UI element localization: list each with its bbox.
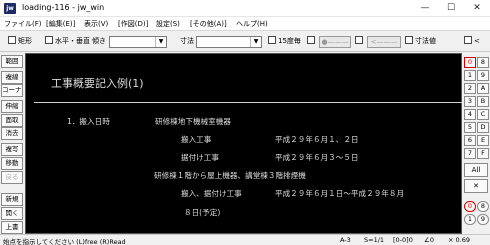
checkbox-box[interactable] — [45, 36, 53, 44]
layer-group-button[interactable]: 0 — [464, 57, 476, 68]
window-title: loading-116 - jw_win — [22, 3, 105, 12]
drawing-title: 工事概要記入例(1) — [51, 77, 144, 90]
arrow-checkbox[interactable] — [355, 36, 365, 45]
dimension-label: 寸法 — [180, 37, 194, 45]
maximize-button[interactable]: ☐ — [438, 0, 464, 17]
status-bar: 始点を指示してください (L)free (R)Read A-3 S=1/1 [0… — [0, 234, 490, 245]
menu-file[interactable]: ファイル(F) — [4, 19, 42, 29]
slope-label: 傾き — [92, 37, 106, 45]
cmd-chamfer-button[interactable]: 面取 — [1, 114, 23, 127]
checkbox-box[interactable] — [307, 36, 315, 44]
menu-bar: ファイル(F) [編集(E)] 表示(V) [作図(D)] 設定(S) [その他… — [0, 17, 490, 31]
layer-group-button[interactable]: 2 — [464, 83, 476, 94]
minimize-button[interactable]: — — [412, 0, 438, 17]
drawing-text: 平成２９年６月１日～平成２９年８月 — [275, 189, 405, 198]
slope-combo[interactable]: ▼ — [109, 36, 167, 48]
cmd-range-button[interactable]: 範囲 — [1, 55, 23, 68]
checkbox-box[interactable] — [464, 36, 472, 44]
hv-label: 水平・垂直 — [55, 37, 90, 45]
drawing-text: 平成２９年６月３～５日 — [275, 153, 359, 162]
drawing-text: 平成２９年６月１、２日 — [275, 135, 359, 144]
scale-value[interactable]: S=1/1 — [364, 236, 384, 244]
extra-label: < — [474, 37, 480, 45]
layer-group-button[interactable]: E — [477, 135, 489, 146]
menu-settings[interactable]: 設定(S) — [156, 19, 180, 29]
close-icon[interactable]: ✕ — [464, 179, 488, 193]
app-icon: jw — [4, 3, 16, 14]
extra-checkbox[interactable]: < — [464, 36, 480, 45]
layer-group-button[interactable]: B — [477, 96, 489, 107]
status-message: 始点を指示してください (L)free (R)Read — [3, 238, 126, 245]
rect-label: 矩形 — [18, 37, 32, 45]
checkbox-box[interactable] — [355, 36, 363, 44]
layer-group-button[interactable]: 4 — [464, 109, 476, 120]
menu-help[interactable]: ヘルプ(H) — [236, 19, 268, 29]
drawing-text: 搬入工事 — [181, 135, 212, 144]
layer-group-button[interactable]: 7 — [464, 148, 476, 159]
cmd-new-button[interactable]: 新規 — [1, 193, 23, 206]
title-underline — [34, 102, 462, 103]
cmd-open-button[interactable]: 開く — [1, 207, 23, 220]
cmd-extend-button[interactable]: 伸縮 — [1, 100, 23, 113]
layer-panel: 0 8 1 9 2 A 3 B 4 C 5 D 6 E 7 F All ✕ 0 … — [463, 53, 490, 234]
layer-button[interactable]: 8 — [477, 201, 489, 212]
drawing-text: 据付け工事 — [181, 153, 219, 162]
line-style-button[interactable]: ●——— — [319, 36, 351, 48]
command-panel: 範囲 複線 コーナー 伸縮 面取 消去 複写 移動 戻る 新規 開く 上書 — [0, 53, 24, 234]
cmd-undo-button[interactable]: 戻る — [1, 171, 23, 184]
menu-edit[interactable]: [編集(E)] — [46, 19, 75, 29]
layer-group-button[interactable]: 8 — [477, 57, 489, 68]
layer-group-button[interactable]: 3 — [464, 96, 476, 107]
cmd-copy-button[interactable]: 複写 — [1, 143, 23, 156]
chevron-down-icon[interactable]: ▼ — [250, 37, 261, 47]
close-button[interactable]: ✕ — [464, 0, 490, 17]
drawing-text: 1．搬入日時 — [67, 117, 110, 126]
cmd-erase-button[interactable]: 消去 — [1, 127, 23, 140]
cmd-save-button[interactable]: 上書 — [1, 221, 23, 234]
dim-value-checkbox[interactable]: 寸法値 — [405, 36, 436, 46]
chevron-down-icon[interactable]: ▼ — [155, 37, 166, 47]
cmd-move-button[interactable]: 移動 — [1, 157, 23, 170]
angle-value[interactable]: ∠0 — [424, 236, 434, 244]
layer-button[interactable]: 1 — [464, 214, 476, 225]
layer-button[interactable]: 0 — [464, 201, 476, 212]
drawing-text: ８日(予定) — [184, 208, 221, 217]
zoom-value[interactable]: × 0.69 — [448, 236, 470, 244]
menu-view[interactable]: 表示(V) — [84, 19, 108, 29]
drawing-text: 研修棟地下機械室機器 — [155, 117, 231, 126]
layer-button[interactable]: 9 — [477, 214, 489, 225]
deg15-checkbox[interactable]: 15度毎 — [268, 36, 301, 46]
dimension-combo[interactable]: ▼ — [196, 36, 262, 48]
layer-group-button[interactable]: F — [477, 148, 489, 159]
layer-group-button[interactable]: 6 — [464, 135, 476, 146]
cmd-corner-button[interactable]: コーナー — [1, 84, 23, 97]
checkbox-box[interactable] — [8, 36, 16, 44]
dim-value-label: 寸法値 — [415, 37, 436, 45]
layer-group-button[interactable]: C — [477, 109, 489, 120]
drawing-text: 搬入、据付け工事 — [181, 189, 242, 198]
drawing-text: 研修棟１階から屋上機器、講堂棟３階排煙機 — [154, 171, 306, 180]
layer-group-button[interactable]: A — [477, 83, 489, 94]
checkbox-box[interactable] — [268, 36, 276, 44]
layer-group-button[interactable]: 5 — [464, 122, 476, 133]
hv-checkbox[interactable]: 水平・垂直 — [45, 36, 90, 46]
rect-checkbox[interactable]: 矩形 — [8, 36, 32, 46]
menu-other[interactable]: [その他(A)] — [190, 19, 227, 29]
layer-group-button[interactable]: D — [477, 122, 489, 133]
paper-size[interactable]: A-3 — [340, 236, 351, 244]
checkbox-box[interactable] — [405, 36, 413, 44]
deg15-label: 15度毎 — [278, 37, 301, 45]
drawing-canvas[interactable]: 工事概要記入例(1) 1．搬入日時 研修棟地下機械室機器 搬入工事 平成２９年６… — [25, 53, 462, 234]
title-bar: jw loading-116 - jw_win — ☐ ✕ — [0, 0, 490, 17]
all-layers-button[interactable]: All — [464, 163, 488, 177]
layer-group-button[interactable]: 9 — [477, 70, 489, 81]
menu-draw[interactable]: [作図(D)] — [118, 19, 148, 29]
layer-indicator[interactable]: [0-0]0 — [393, 236, 413, 244]
layer-group-button[interactable]: 1 — [464, 70, 476, 81]
arrow-button[interactable]: <——— — [367, 36, 401, 48]
line-style-checkbox[interactable] — [307, 36, 317, 45]
cmd-offset-button[interactable]: 複線 — [1, 71, 23, 84]
toolbar: 矩形 水平・垂直 傾き ▼ 寸法 ▼ 15度毎 ●——— <——— 寸法値 < — [0, 31, 490, 52]
